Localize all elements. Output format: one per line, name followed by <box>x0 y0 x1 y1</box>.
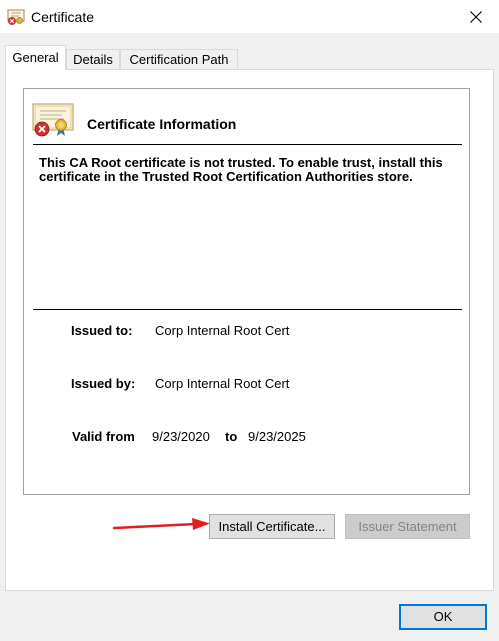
issued-to-label: Issued to: <box>71 323 133 338</box>
issuer-statement-button[interactable]: Issuer Statement <box>345 514 470 539</box>
certificate-info-heading: Certificate Information <box>87 116 237 132</box>
issued-to-value: Corp Internal Root Cert <box>155 323 290 338</box>
title-bar: Certificate <box>0 0 499 33</box>
certificate-untrusted-icon <box>32 103 74 137</box>
valid-to-value: 9/23/2025 <box>248 429 306 444</box>
tab-certification-path[interactable]: Certification Path <box>120 49 238 69</box>
divider-top <box>33 144 462 145</box>
valid-from-label: Valid from <box>72 429 135 444</box>
issued-by-value: Corp Internal Root Cert <box>155 376 290 391</box>
close-button[interactable] <box>453 0 499 33</box>
tab-general[interactable]: General <box>5 45 66 70</box>
tab-details[interactable]: Details <box>66 49 120 69</box>
valid-from-value: 9/23/2020 <box>152 429 210 444</box>
certificate-dialog: Certificate General Details Certificatio… <box>0 0 499 641</box>
divider-bottom <box>33 309 462 310</box>
ok-button[interactable]: OK <box>399 604 487 630</box>
certificate-error-icon <box>7 9 25 25</box>
valid-to-label: to <box>225 429 238 444</box>
trust-warning-text: This CA Root certificate is not trusted.… <box>39 155 443 184</box>
install-certificate-button[interactable]: Install Certificate... <box>209 514 335 539</box>
issued-by-label: Issued by: <box>71 376 136 391</box>
window-title: Certificate <box>31 9 95 25</box>
close-icon <box>470 10 482 23</box>
red-arrow-annotation <box>112 518 210 530</box>
